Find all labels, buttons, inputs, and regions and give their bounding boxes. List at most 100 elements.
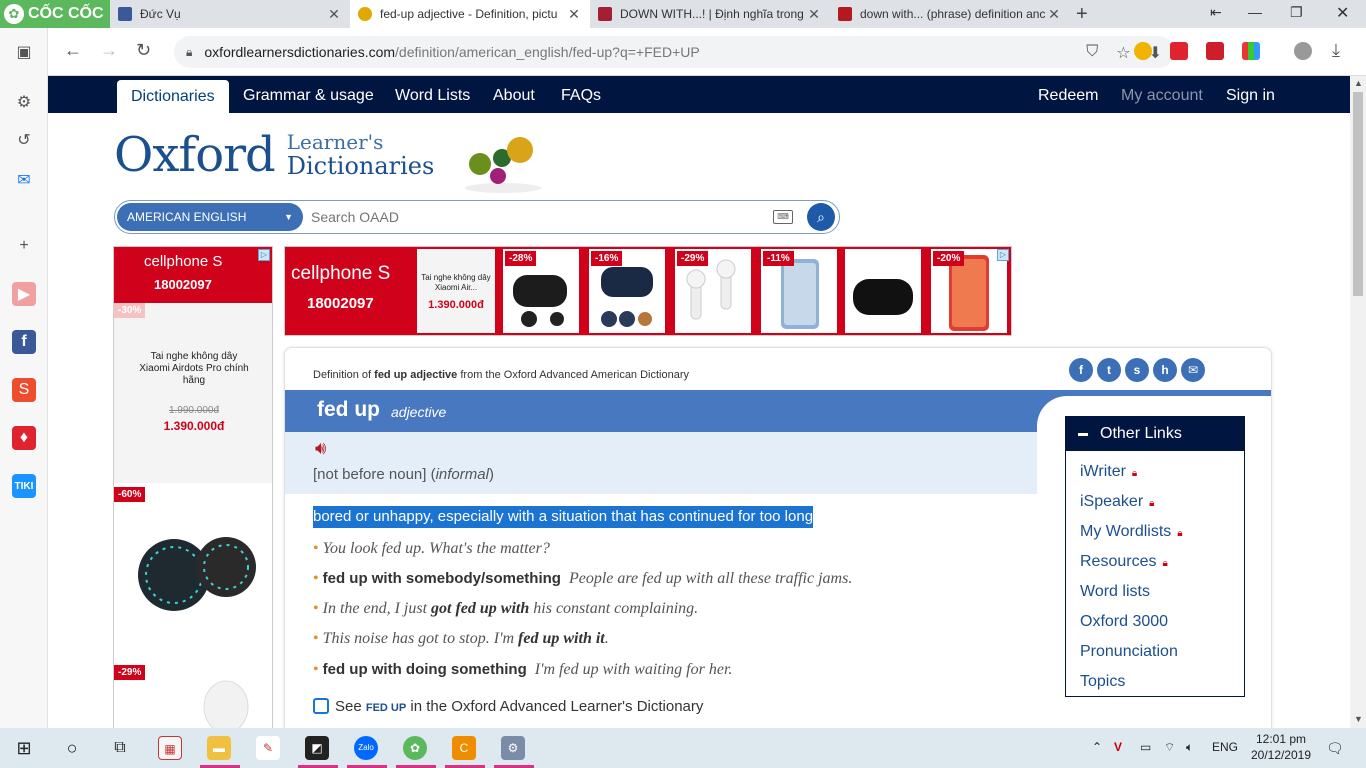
ad-product[interactable]: Tai nghe không dây Xiaomi Air... 1.390.0… <box>417 249 495 333</box>
link-word-lists[interactable]: Word lists <box>1080 577 1244 607</box>
link-ispeaker[interactable]: iSpeaker 🔒︎ <box>1080 487 1244 517</box>
hi5-share-icon[interactable]: h <box>1153 358 1177 382</box>
ad-product[interactable]: -30% Tai nghe không dây Xiaomi Airdots P… <box>114 303 272 483</box>
close-tab-icon[interactable]: ✕ <box>806 6 822 23</box>
ad-choices-icon[interactable]: ▷ <box>258 249 270 261</box>
bookmark-star-icon[interactable]: ☆ <box>1116 43 1130 63</box>
nav-dictionaries[interactable]: Dictionaries <box>117 80 229 113</box>
search-input[interactable] <box>311 205 771 229</box>
ad-product[interactable]: -28% <box>503 249 579 333</box>
other-links-title[interactable]: Other Links <box>1066 417 1244 451</box>
forward-icon[interactable]: → <box>100 40 118 61</box>
keyboard-icon[interactable]: ⌨ <box>773 210 793 224</box>
extension-red-icon[interactable] <box>1206 42 1224 60</box>
tray-expand-icon[interactable]: ⌃ <box>1092 740 1102 754</box>
facebook-icon[interactable]: f <box>12 330 36 354</box>
ad-product[interactable] <box>845 249 921 333</box>
close-tab-icon[interactable]: ✕ <box>326 6 342 23</box>
maximize-icon[interactable]: ❐ <box>1290 4 1303 21</box>
tab-cambridge[interactable]: DOWN WITH...! | Định nghĩa trong ✕ <box>590 0 830 28</box>
facebook-share-icon[interactable]: f <box>1069 358 1093 382</box>
close-tab-icon[interactable]: ✕ <box>1046 6 1062 23</box>
link-topics[interactable]: Topics <box>1080 667 1244 697</box>
ad-product[interactable]: -60% <box>114 483 272 663</box>
nav-grammar-usage[interactable]: Grammar & usage <box>243 76 374 113</box>
twitter-share-icon[interactable]: t <box>1097 358 1121 382</box>
shield-icon[interactable]: ⛉ <box>1086 43 1098 63</box>
ad-product[interactable]: -11% <box>761 249 837 333</box>
task-view-icon[interactable]: ⧉ <box>108 736 132 760</box>
history-icon[interactable]: ↺ <box>12 128 36 152</box>
site-logo[interactable]: Oxford Learner's Dictionaries <box>114 128 434 182</box>
stumbleupon-share-icon[interactable]: s <box>1125 358 1149 382</box>
app-icon[interactable]: ⚙ <box>501 736 525 760</box>
paint-icon[interactable]: ✎ <box>256 736 280 760</box>
speaker-icon[interactable]: 🔊︎ <box>315 438 326 459</box>
scroll-up-icon[interactable]: ▲ <box>1354 78 1363 88</box>
nav-redeem[interactable]: Redeem <box>1038 76 1098 113</box>
ad-choices-icon[interactable]: ▷ <box>997 249 1009 261</box>
reload-icon[interactable]: ↻ <box>136 40 151 61</box>
minimize-icon[interactable]: — <box>1248 4 1262 20</box>
coccoc-icon[interactable]: ✿ <box>403 736 427 760</box>
tab-oxford[interactable]: fed-up adjective - Definition, pictu ✕ <box>350 0 590 28</box>
sidebar-toggle-icon[interactable]: ▣ <box>12 40 36 64</box>
tab-facebook[interactable]: Đức Vụ ✕ <box>110 0 350 28</box>
ad-skyscraper[interactable]: cellphone S 18002097 -30% Tai nghe không… <box>113 246 273 728</box>
link-my-wordlists[interactable]: My Wordlists 🔒︎ <box>1080 517 1244 547</box>
link-iwriter[interactable]: iWriter 🔒︎ <box>1080 457 1244 487</box>
extension-shield-icon[interactable] <box>1170 42 1188 60</box>
ad-product[interactable]: -20% <box>931 249 1007 333</box>
see-also-link[interactable]: See FED UP in the Oxford Advanced Learne… <box>313 698 703 715</box>
search-button[interactable]: ⌕ <box>807 203 835 231</box>
avatar[interactable] <box>1294 42 1312 60</box>
dictionary-select[interactable]: AMERICAN ENGLISH ▼ <box>117 203 303 231</box>
link-resources[interactable]: Resources 🔒︎ <box>1080 547 1244 577</box>
messenger-icon[interactable]: ✉ <box>12 168 36 192</box>
app-grid-icon[interactable]: ▦ <box>158 736 182 760</box>
language-indicator[interactable]: ENG <box>1212 740 1238 754</box>
system-clock[interactable]: 12:01 pm 20/12/2019 <box>1248 731 1314 763</box>
nav-about[interactable]: About <box>493 76 535 113</box>
nav-word-lists[interactable]: Word Lists <box>395 76 470 113</box>
settings-icon[interactable]: ⚙ <box>12 90 36 114</box>
ad-banner[interactable]: cellphone S 18002097 Tai nghe không dây … <box>284 246 1012 336</box>
windows-start-icon[interactable]: ⊞ <box>12 736 36 760</box>
wifi-icon[interactable]: ⌔ <box>1164 740 1175 755</box>
download-icon[interactable]: ⤓ <box>1332 40 1340 61</box>
page-scrollbar[interactable]: ▲ ▼ <box>1350 76 1366 728</box>
ad-product[interactable]: -29% <box>675 249 751 333</box>
unikey-tray-icon[interactable]: V <box>1114 740 1122 754</box>
ad-product[interactable]: -29% <box>114 663 272 728</box>
lazada-icon[interactable]: ♦ <box>12 426 36 450</box>
address-bar[interactable]: 🔒︎ oxfordlearnersdictionaries.com/defini… <box>174 36 1174 68</box>
unikey-icon[interactable]: C <box>452 736 476 760</box>
extension-chrome-icon[interactable] <box>1134 42 1152 60</box>
nav-faqs[interactable]: FAQs <box>561 76 601 113</box>
youtube-icon[interactable]: ▶ <box>12 282 36 306</box>
battery-icon[interactable]: ▭ <box>1140 740 1151 754</box>
scroll-down-icon[interactable]: ▼ <box>1354 714 1363 724</box>
close-tab-icon[interactable]: ✕ <box>566 6 582 23</box>
sticky-notes-icon[interactable]: ◩ <box>305 736 329 760</box>
new-tab-icon[interactable]: + <box>1076 3 1088 26</box>
extension-grid-icon[interactable] <box>1242 42 1260 60</box>
shopee-icon[interactable]: S <box>12 378 36 402</box>
search-icon[interactable]: ○ <box>60 736 84 760</box>
nav-sign-in[interactable]: Sign in <box>1226 76 1275 113</box>
file-explorer-icon[interactable]: ▬ <box>207 736 231 760</box>
link-pronunciation[interactable]: Pronunciation <box>1080 637 1244 667</box>
tab-merriam[interactable]: down with... (phrase) definition anc ✕ <box>830 0 1070 28</box>
coccoc-menu-button[interactable]: ✿ CỐC CỐC <box>0 0 110 28</box>
ad-product[interactable]: -16% <box>589 249 665 333</box>
close-window-icon[interactable]: ✕ <box>1336 3 1349 23</box>
link-oxford-3000[interactable]: Oxford 3000 <box>1080 607 1244 637</box>
tiki-icon[interactable]: TIKI <box>12 474 36 498</box>
zalo-icon[interactable]: Zalo <box>354 736 378 760</box>
tab-search-icon[interactable]: ⇤ <box>1210 4 1222 21</box>
back-icon[interactable]: ← <box>64 40 82 61</box>
email-share-icon[interactable]: ✉ <box>1181 358 1205 382</box>
volume-icon[interactable]: 🔈︎ <box>1186 740 1193 755</box>
add-icon[interactable]: + <box>12 234 36 258</box>
nav-my-account[interactable]: My account <box>1121 76 1203 113</box>
